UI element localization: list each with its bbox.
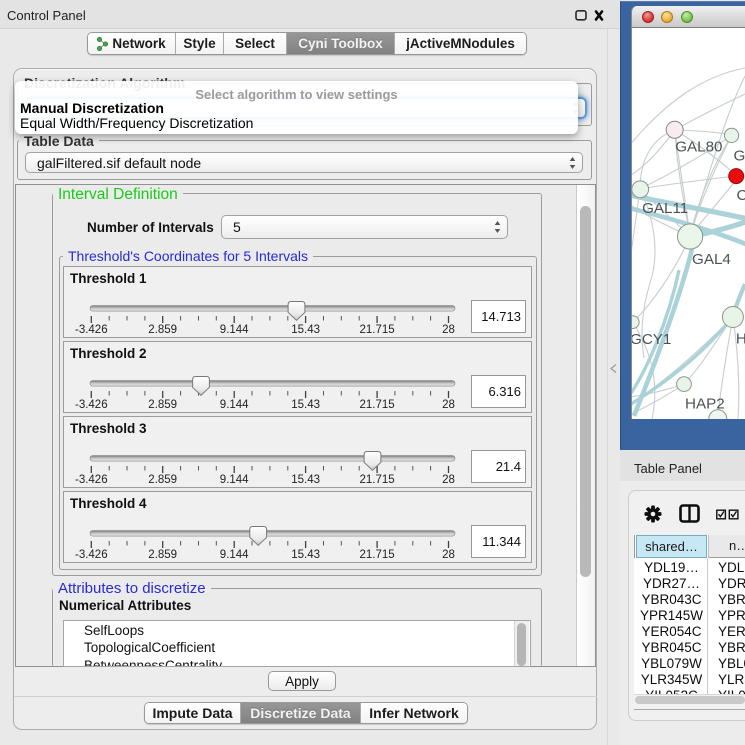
svg-text:21.715: 21.715 (360, 324, 395, 336)
svg-text:-3.426: -3.426 (75, 474, 108, 486)
svg-text:15.43: 15.43 (291, 549, 320, 561)
svg-text:21.715: 21.715 (360, 549, 395, 561)
svg-text:2.859: 2.859 (148, 324, 177, 336)
svg-text:-3.426: -3.426 (75, 549, 108, 561)
svg-text:28: 28 (442, 324, 455, 336)
svg-text:21.715: 21.715 (360, 399, 395, 411)
svg-text:21.715: 21.715 (360, 474, 395, 486)
svg-text:2.859: 2.859 (148, 399, 177, 411)
svg-text:GAL80: GAL80 (675, 139, 722, 156)
svg-text:-3.426: -3.426 (75, 399, 108, 411)
svg-text:2.859: 2.859 (148, 549, 177, 561)
svg-text:GAL4: GAL4 (692, 251, 731, 268)
svg-text:9.144: 9.144 (220, 549, 249, 561)
svg-text:28: 28 (442, 474, 455, 486)
svg-text:G: G (734, 148, 745, 165)
svg-text:9.144: 9.144 (220, 399, 249, 411)
svg-text:HAP2: HAP2 (685, 396, 725, 413)
svg-text:15.43: 15.43 (291, 399, 320, 411)
svg-text:2.859: 2.859 (148, 474, 177, 486)
svg-text:GCY1: GCY1 (632, 331, 671, 348)
svg-text:15.43: 15.43 (291, 474, 320, 486)
svg-text:-3.426: -3.426 (75, 324, 108, 336)
svg-text:C: C (737, 187, 745, 204)
svg-text:H: H (736, 331, 745, 348)
svg-text:15.43: 15.43 (291, 324, 320, 336)
svg-text:9.144: 9.144 (220, 474, 249, 486)
svg-text:28: 28 (442, 399, 455, 411)
svg-text:GAL11: GAL11 (642, 200, 688, 217)
svg-text:9.144: 9.144 (220, 324, 249, 336)
svg-text:28: 28 (442, 549, 455, 561)
